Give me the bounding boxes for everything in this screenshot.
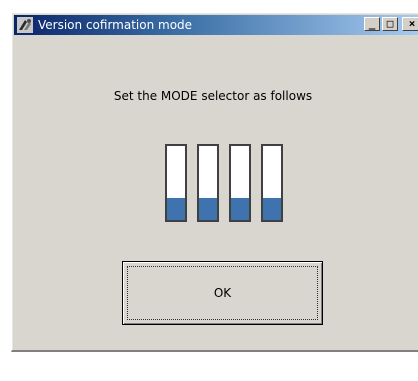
app-icon[interactable] — [17, 17, 33, 33]
switch-knob — [263, 197, 281, 220]
ok-button[interactable]: OK — [122, 261, 323, 325]
mode-selector — [165, 144, 285, 224]
switch-knob — [199, 197, 217, 220]
switch-knob — [167, 197, 185, 220]
ok-button-label: OK — [213, 286, 232, 300]
maximize-button[interactable]: □ — [382, 17, 398, 31]
mode-switch-1 — [165, 144, 187, 222]
title-bar[interactable]: Version cofirmation mode _ □ × — [14, 15, 418, 35]
mode-switch-2 — [197, 144, 219, 222]
switch-knob — [231, 197, 249, 220]
mode-switch-3 — [229, 144, 251, 222]
minimize-button[interactable]: _ — [364, 17, 380, 31]
window-title: Version cofirmation mode — [38, 18, 193, 32]
instruction-text: Set the MODE selector as follows — [113, 89, 313, 103]
close-button[interactable]: × — [402, 17, 418, 31]
dialog-window: Version cofirmation mode _ □ × Set the M… — [11, 12, 418, 352]
mode-switch-4 — [261, 144, 283, 222]
